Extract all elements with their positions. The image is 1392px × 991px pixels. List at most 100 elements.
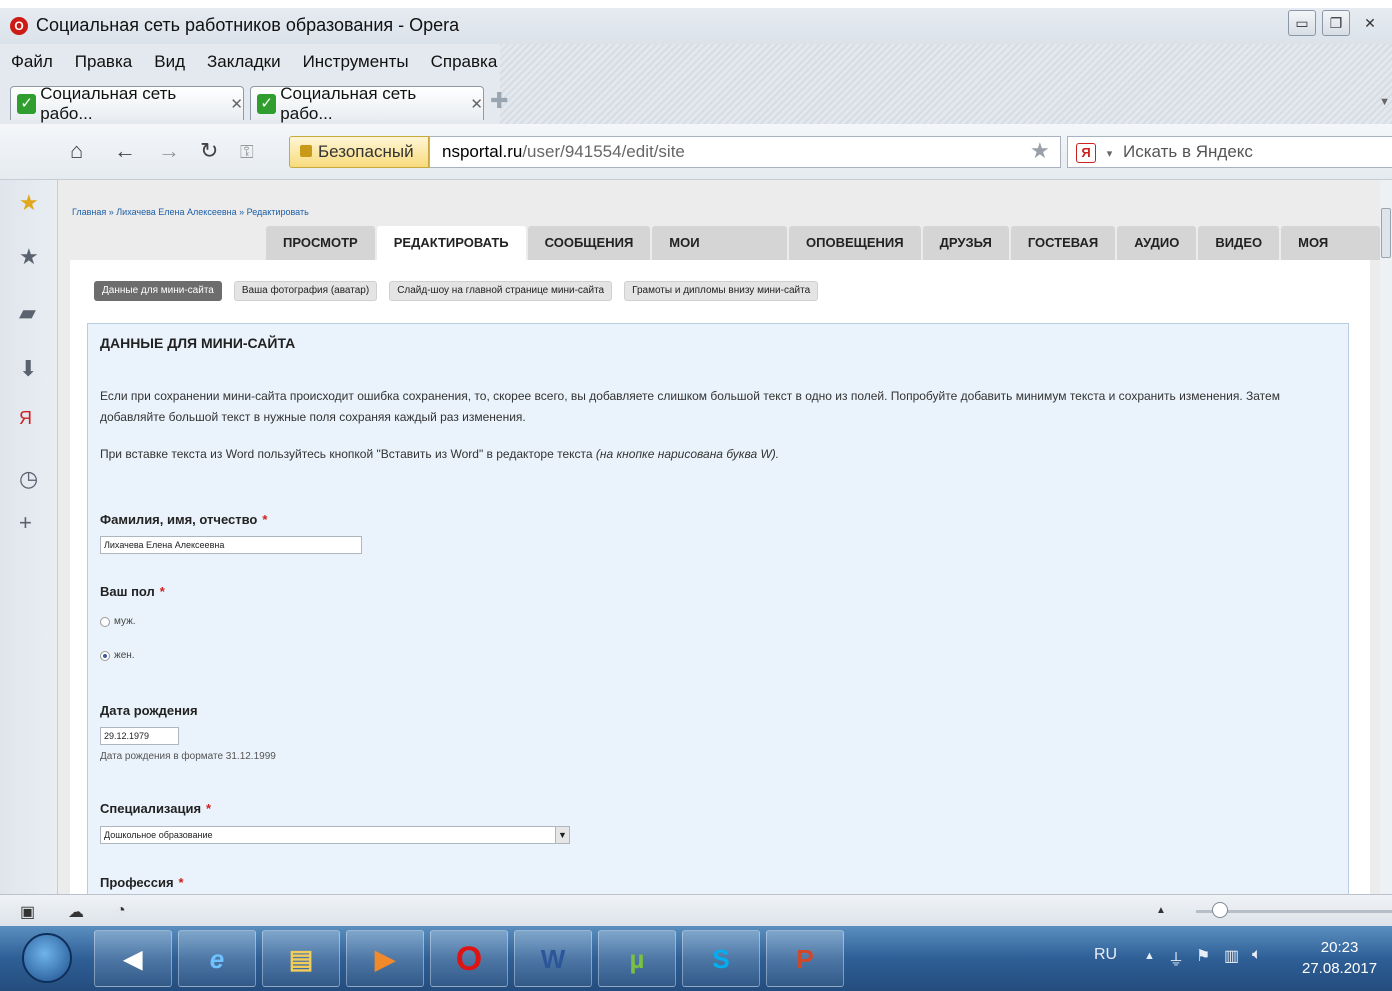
subtab-minisite-data[interactable]: Данные для мини-сайта: [94, 281, 222, 301]
tab-edit[interactable]: РЕДАКТИРОВАТЬ: [376, 226, 526, 260]
history-icon[interactable]: ◷: [19, 466, 38, 492]
radio-male[interactable]: [100, 616, 110, 627]
taskbar: ◀ e ▤ ▶ O W µ S P RU ▲ ⏚ ⚑ ▥ 🔈︎ 20:23 27…: [0, 926, 1392, 991]
key-icon[interactable]: ⚿: [240, 142, 254, 163]
tab-strip: ✓ Социальная сеть рабо... ✕ ✓ Социальная…: [0, 80, 500, 124]
back-icon[interactable]: ←: [114, 138, 136, 164]
sound-app-icon[interactable]: ◀: [94, 930, 172, 987]
forward-icon[interactable]: →: [158, 138, 180, 164]
system-tray: RU ▲ ⏚ ⚑ ▥ 🔈︎ 20:23 27.08.2017: [1052, 926, 1392, 991]
specialization-select[interactable]: Дошкольное образование ▼: [100, 826, 570, 844]
menu-bar: Файл Правка Вид Закладки Инструменты Спр…: [0, 44, 500, 80]
media-player-icon[interactable]: ▶: [346, 930, 424, 987]
action-center-flag-icon[interactable]: ⚑: [1196, 946, 1210, 966]
address-host: nsportal.ru: [442, 142, 523, 161]
zoom-slider-handle[interactable]: [1212, 902, 1228, 918]
scrollbar-thumb[interactable]: [1381, 208, 1391, 258]
required-mark: *: [206, 801, 212, 816]
tab-close-icon[interactable]: ✕: [470, 95, 483, 113]
tab-video[interactable]: ВИДЕО: [1198, 226, 1280, 260]
volume-icon[interactable]: 🔈︎: [1252, 946, 1262, 964]
required-mark: *: [159, 584, 165, 599]
powerpoint-icon[interactable]: P: [766, 930, 844, 987]
opera-unite-icon[interactable]: ☁: [68, 902, 84, 922]
info-word-paste: При вставке текста из Word пользуйтесь к…: [100, 444, 779, 465]
file-explorer-icon[interactable]: ▤: [262, 930, 340, 987]
security-label: Безопасный: [318, 142, 414, 161]
menu-help[interactable]: Справка: [420, 52, 509, 72]
search-engine-chevron-icon[interactable]: ▾: [1107, 148, 1113, 160]
menu-edit[interactable]: Правка: [64, 52, 143, 72]
skype-icon[interactable]: S: [682, 930, 760, 987]
navigation-bar: ⌂ ← → ↻ ⚿ Безопасный nsportal.ru/user/94…: [0, 124, 1392, 180]
bookmarks-icon[interactable]: ★: [19, 244, 39, 270]
tab-friends[interactable]: ДРУЗЬЯ: [922, 226, 1009, 260]
required-mark: *: [262, 512, 268, 527]
select-arrow-icon[interactable]: ▼: [555, 827, 569, 843]
breadcrumb[interactable]: Главная » Лихачева Елена Алексеевна » Ре…: [72, 207, 309, 217]
word-icon[interactable]: W: [514, 930, 592, 987]
bookmark-star-icon[interactable]: ★: [1030, 138, 1050, 164]
tab-list-chevron-icon[interactable]: ▼: [1379, 96, 1390, 108]
gender-female-label: жен.: [114, 650, 135, 661]
tab-close-icon[interactable]: ✕: [230, 95, 243, 113]
utorrent-icon[interactable]: µ: [598, 930, 676, 987]
side-panel: ★ ★ ▰ ⬇ Я ◷ +: [0, 180, 58, 894]
gender-option-male[interactable]: муж.: [100, 616, 136, 627]
browser-tab-1[interactable]: ✓ Социальная сеть рабо... ✕: [10, 84, 244, 123]
menu-bookmarks[interactable]: Закладки: [196, 52, 292, 72]
tab-my-results[interactable]: МОИ РЕЗУЛЬТАТЫ: [652, 226, 787, 284]
page-viewport: Главная » Лихачева Елена Алексеевна » Ре…: [58, 180, 1380, 894]
tray-expand-icon[interactable]: ▲: [1144, 950, 1155, 962]
minisite-form: ДАННЫЕ ДЛЯ МИНИ-САЙТА Если при сохранени…: [87, 323, 1349, 894]
tab-notifications[interactable]: ОПОВЕЩЕНИЯ: [789, 226, 921, 260]
spec-label: Специализация *: [100, 801, 211, 816]
downloads-icon[interactable]: ⬇: [19, 356, 37, 382]
address-path: /user/941554/edit/site: [522, 142, 685, 161]
tab-my-feed[interactable]: МОЯ ЛЕНТА: [1281, 226, 1380, 284]
subtab-diplomas[interactable]: Грамоты и дипломы внизу мини-сайта: [624, 281, 819, 301]
subtab-slideshow[interactable]: Слайд-шоу на главной странице мини-сайта: [389, 281, 613, 301]
radio-female[interactable]: [100, 650, 110, 661]
vertical-scrollbar[interactable]: [1380, 180, 1392, 894]
search-input[interactable]: Я ▾ Искать в Яндекс: [1067, 136, 1392, 168]
menu-file[interactable]: Файл: [0, 52, 64, 72]
new-tab-icon[interactable]: ✚: [490, 88, 508, 114]
yandex-icon: Я: [1076, 143, 1096, 163]
language-indicator[interactable]: RU: [1094, 946, 1117, 964]
start-button[interactable]: [22, 933, 72, 983]
close-icon[interactable]: ✕: [1356, 10, 1384, 36]
clock[interactable]: 20:23 27.08.2017: [1302, 937, 1377, 979]
name-field[interactable]: Лихачева Елена Алексеевна: [100, 536, 362, 554]
yandex-panel-icon[interactable]: Я: [19, 408, 32, 429]
internet-explorer-icon[interactable]: e: [178, 930, 256, 987]
network-icon[interactable]: ⏚: [1168, 946, 1184, 970]
opera-logo-icon: O: [10, 17, 28, 35]
security-badge[interactable]: Безопасный: [289, 136, 429, 168]
menu-tools[interactable]: Инструменты: [292, 52, 420, 72]
power-icon[interactable]: ▥: [1224, 946, 1239, 966]
birth-date-field[interactable]: 29.12.1979: [100, 727, 179, 745]
address-bar[interactable]: nsportal.ru/user/941554/edit/site: [429, 136, 1061, 168]
minimize-icon[interactable]: ▭: [1288, 10, 1316, 36]
home-icon[interactable]: ⌂: [70, 138, 83, 164]
add-panel-icon[interactable]: +: [19, 510, 32, 536]
gender-option-female[interactable]: жен.: [100, 650, 135, 661]
subtab-avatar[interactable]: Ваша фотография (аватар): [233, 281, 378, 301]
panel-toggle-icon[interactable]: ▣: [20, 902, 35, 922]
menu-view[interactable]: Вид: [143, 52, 196, 72]
opera-taskbar-icon[interactable]: O: [430, 930, 508, 987]
tab-view[interactable]: ПРОСМОТР: [266, 226, 375, 260]
tab-audio[interactable]: АУДИО: [1117, 226, 1197, 260]
zoom-menu-chevron-icon[interactable]: ▲: [1156, 905, 1166, 916]
notes-icon[interactable]: ▰: [19, 300, 36, 326]
turbo-icon[interactable]: ◔: [116, 902, 126, 920]
tab-messages[interactable]: СООБЩЕНИЯ: [527, 226, 651, 260]
restore-icon[interactable]: ❐: [1322, 10, 1350, 36]
site-favicon-icon: ✓: [17, 93, 37, 114]
speed-dial-star-icon[interactable]: ★: [19, 190, 39, 216]
reload-icon[interactable]: ↻: [200, 138, 218, 164]
required-mark: *: [178, 875, 184, 890]
browser-tab-2[interactable]: ✓ Социальная сеть рабо... ✕: [250, 84, 484, 123]
tab-guestbook[interactable]: ГОСТЕВАЯ: [1010, 226, 1116, 260]
